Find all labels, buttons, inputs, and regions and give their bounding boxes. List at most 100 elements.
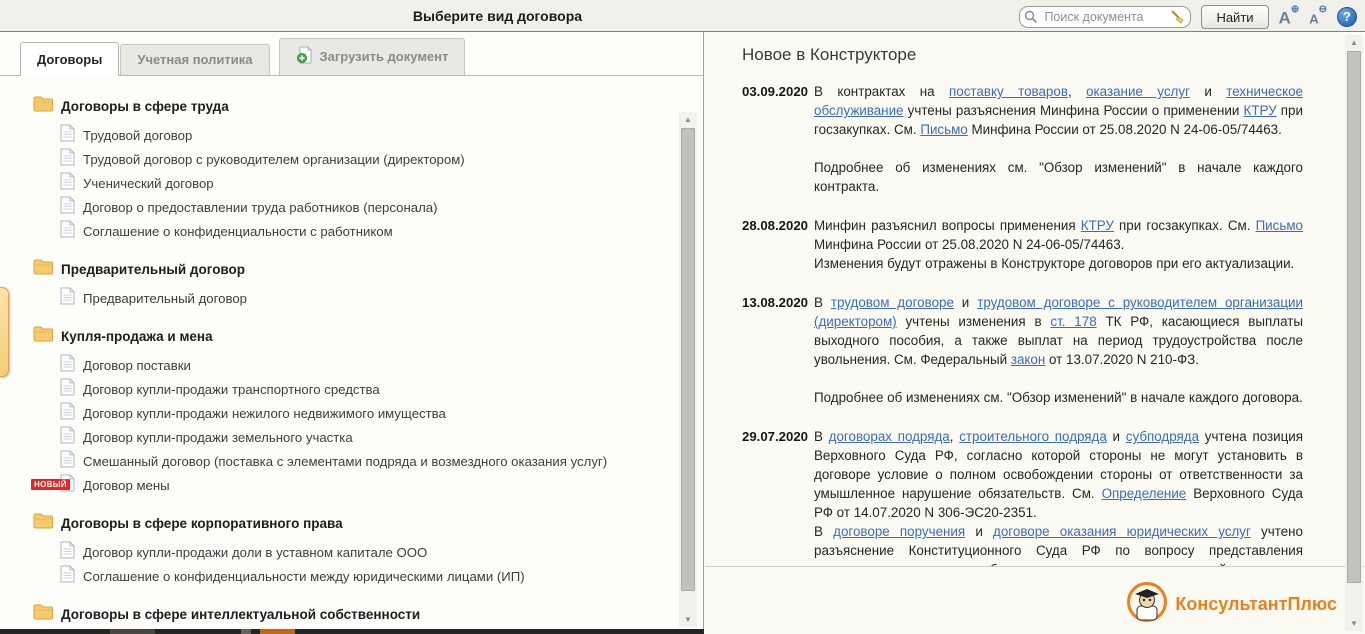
news-body: В контрактах на поставку товаров, оказан… bbox=[814, 82, 1303, 196]
tree-item-label: Договор мены bbox=[83, 478, 170, 493]
tab-accounting-policy[interactable]: Учетная политика bbox=[120, 44, 269, 75]
upload-document-icon bbox=[296, 46, 313, 67]
news-text: В контрактах на bbox=[814, 84, 949, 99]
tree-item[interactable]: НОВЫЙ Договор мены bbox=[60, 473, 677, 497]
tree-item[interactable]: Трудовой договор bbox=[60, 123, 677, 147]
news-link[interactable]: договоре оказания юридических услуг bbox=[993, 524, 1251, 539]
news-link[interactable]: КТРУ bbox=[1244, 103, 1277, 118]
news-scrollbar-thumb[interactable] bbox=[1347, 51, 1361, 583]
tree-item[interactable]: Договор купли-продажи транспортного сред… bbox=[60, 377, 677, 401]
news-paragraph: Подробнее об изменениях см. "Обзор измен… bbox=[814, 388, 1303, 407]
find-button[interactable]: Найти bbox=[1201, 5, 1268, 29]
group-title: Предварительный договор bbox=[61, 262, 245, 277]
folder-icon bbox=[33, 326, 53, 347]
group-title: Договоры в сфере труда bbox=[61, 99, 229, 114]
tree-item[interactable]: Договор о предоставлении труда работнико… bbox=[60, 195, 677, 219]
news-text: от 13.07.2020 N 210-ФЗ. bbox=[1045, 352, 1199, 367]
group-items: Предварительный договор bbox=[33, 286, 677, 310]
news-text: и bbox=[1190, 84, 1226, 99]
tree-item[interactable]: Договор купли-продажи нежилого недвижимо… bbox=[60, 401, 677, 425]
tree-item[interactable]: Договор купли-продажи земельного участка bbox=[60, 425, 677, 449]
consultantplus-logo: КонсультантПлюс bbox=[1127, 582, 1337, 627]
decrease-font-button[interactable]: A⊖ bbox=[1309, 4, 1327, 30]
news-text: Изменения будут отражены в Конструкторе … bbox=[814, 256, 1294, 271]
scroll-down-icon[interactable]: ▼ bbox=[679, 612, 697, 627]
search-group: Найти A⊕ A⊖ ? bbox=[1019, 4, 1357, 30]
tree-item[interactable]: Соглашение о конфиденциальности между юр… bbox=[60, 564, 677, 588]
news-text: В bbox=[814, 295, 831, 310]
news-paragraph: В трудовом договоре и трудовом договоре … bbox=[814, 293, 1303, 369]
search-icon bbox=[1024, 10, 1038, 29]
news-link[interactable]: договорах подряда bbox=[829, 429, 950, 444]
tree-item[interactable]: Смешанный договор (поставка с элементами… bbox=[60, 449, 677, 473]
news-link[interactable]: ст. 178 bbox=[1050, 314, 1096, 329]
news-link[interactable]: оказание услуг bbox=[1086, 84, 1190, 99]
tree-item[interactable]: Ученический договор bbox=[60, 171, 677, 195]
news-text: Минфина России от 25.08.2020 N 24-06-05/… bbox=[814, 237, 1124, 252]
group-items: Договор купли-продажи доли в уставном ка… bbox=[33, 540, 677, 588]
news-text: В bbox=[814, 524, 833, 539]
side-pull-tab[interactable] bbox=[0, 287, 9, 377]
consultantplus-logo-icon bbox=[1127, 582, 1167, 627]
left-scrollbar-thumb[interactable] bbox=[681, 128, 695, 591]
news-text: учтены разъяснения Минфина России о прим… bbox=[904, 103, 1244, 118]
news-date: 13.08.2020 bbox=[742, 293, 814, 407]
news-scrollbar[interactable]: ▲ ▼ bbox=[1345, 35, 1363, 631]
group-title: Купля-продажа и мена bbox=[61, 329, 213, 344]
folder-icon bbox=[33, 513, 53, 534]
tree-item[interactable]: Предварительный договор bbox=[60, 286, 677, 310]
tree-item-label: Трудовой договор bbox=[83, 128, 192, 143]
folder-icon bbox=[33, 96, 53, 117]
tree-group-header: Купля-продажа и мена bbox=[33, 326, 677, 347]
news-paragraph: В договоре поручения и договоре оказания… bbox=[814, 522, 1303, 567]
news-text: при госзакупках. См. bbox=[1114, 218, 1256, 233]
left-scrollbar[interactable]: ▲ ▼ bbox=[679, 112, 697, 627]
bottom-strip-segment bbox=[260, 629, 295, 634]
folder-icon bbox=[33, 259, 53, 280]
increase-font-button[interactable]: A⊕ bbox=[1279, 4, 1300, 30]
tree-group: Договоры в сфере интеллектуальной собств… bbox=[33, 604, 677, 628]
tree-item-label: Смешанный договор (поставка с элементами… bbox=[83, 454, 607, 469]
tab-label: Загрузить документ bbox=[320, 49, 449, 64]
news-link[interactable]: трудовом договоре bbox=[831, 295, 954, 310]
tree-item[interactable]: Трудовой договор с руководителем организ… bbox=[60, 147, 677, 171]
news-link[interactable]: Письмо bbox=[1256, 218, 1303, 233]
news-link[interactable]: Определение bbox=[1102, 486, 1187, 501]
news-link[interactable]: Письмо bbox=[920, 122, 967, 137]
document-icon bbox=[60, 565, 75, 588]
tabs: Договоры Учетная политика Загрузить доку… bbox=[0, 32, 703, 76]
news-text: Минфина России от 25.08.2020 N 24-06-05/… bbox=[968, 122, 1282, 137]
tree-item-label: Договор купли-продажи доли в уставном ка… bbox=[83, 545, 427, 560]
clear-broom-icon[interactable] bbox=[1170, 9, 1186, 30]
tree-group-header: Предварительный договор bbox=[33, 259, 677, 280]
scroll-up-icon[interactable]: ▲ bbox=[1345, 35, 1363, 50]
tree-item-label: Договор поставки bbox=[83, 358, 191, 373]
news-link[interactable]: закон bbox=[1011, 352, 1045, 367]
search-input[interactable] bbox=[1019, 6, 1191, 28]
tab-contracts[interactable]: Договоры bbox=[20, 42, 119, 76]
news-link[interactable]: КТРУ bbox=[1081, 218, 1114, 233]
tree-group: Купля-продажа и мена Договор поставки До… bbox=[33, 326, 677, 497]
tree-item[interactable]: Договор купли-продажи доли в уставном ка… bbox=[60, 540, 677, 564]
news-link[interactable]: поставку товаров bbox=[949, 84, 1068, 99]
scroll-up-icon[interactable]: ▲ bbox=[679, 112, 697, 127]
tree-group-header: Договоры в сфере интеллектуальной собств… bbox=[33, 604, 677, 625]
news-entry: 03.09.2020 В контрактах на поставку това… bbox=[742, 82, 1303, 196]
document-icon bbox=[60, 124, 75, 147]
tree-item-label: Предварительный договор bbox=[83, 291, 247, 306]
news-list: 03.09.2020 В контрактах на поставку това… bbox=[742, 82, 1303, 567]
bottom-strip-segment bbox=[241, 629, 251, 634]
tree-item-label: Соглашение о конфиденциальности между юр… bbox=[83, 569, 525, 584]
news-link[interactable]: строительного подряда bbox=[959, 429, 1107, 444]
tree-item[interactable]: Соглашение о конфиденциальности с работн… bbox=[60, 219, 677, 243]
tree-item[interactable]: Договор поставки bbox=[60, 353, 677, 377]
news-link[interactable]: субподряда bbox=[1126, 429, 1199, 444]
tree-item-label: Ученический договор bbox=[83, 176, 214, 191]
document-icon bbox=[60, 287, 75, 310]
tree-group: Договоры в сфере труда Трудовой договор … bbox=[33, 96, 677, 243]
news-text: , bbox=[950, 429, 959, 444]
news-title: Новое в Конструкторе bbox=[742, 45, 1303, 65]
tab-upload-document[interactable]: Загрузить документ bbox=[279, 38, 466, 75]
news-link[interactable]: договоре поручения bbox=[833, 524, 965, 539]
help-button[interactable]: ? bbox=[1337, 7, 1357, 27]
